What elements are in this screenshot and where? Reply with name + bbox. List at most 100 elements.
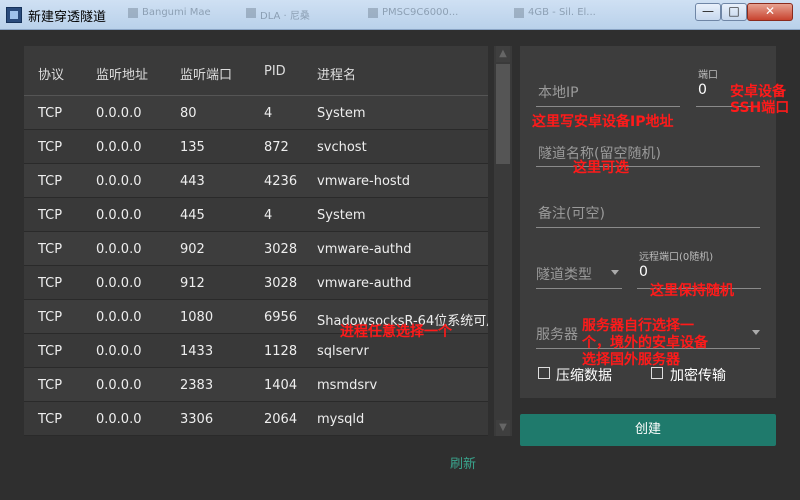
protocol-cell: TCP bbox=[38, 174, 63, 189]
pid-cell: 4236 bbox=[264, 174, 298, 189]
port-label: 端口 bbox=[698, 70, 718, 81]
close-button[interactable]: ✕ bbox=[747, 3, 793, 21]
annotation-keep-random: 这里保持随机 bbox=[650, 283, 734, 299]
column-header-process-name[interactable]: 进程名 bbox=[317, 64, 356, 83]
table-row[interactable]: TCP 0.0.0.0 912 3028 vmware-authd bbox=[24, 266, 488, 300]
refresh-button[interactable]: 刷新 bbox=[450, 453, 476, 472]
remote-port-input[interactable]: 0 bbox=[639, 264, 648, 280]
tunnel-type-select[interactable]: 隧道类型 bbox=[536, 264, 592, 284]
process-name-cell: sqlservr bbox=[317, 344, 369, 359]
create-button[interactable]: 创建 bbox=[520, 414, 776, 446]
process-name-cell: System bbox=[317, 106, 366, 121]
protocol-cell: TCP bbox=[38, 140, 63, 155]
table-scrollbar[interactable]: ▲ ▼ bbox=[494, 46, 512, 436]
process-name-cell: vmware-hostd bbox=[317, 174, 411, 189]
listen-port-cell: 135 bbox=[180, 140, 205, 155]
annotation-line: 个，境外的安卓设备 bbox=[582, 335, 708, 351]
scroll-down-icon[interactable]: ▼ bbox=[496, 420, 510, 436]
annotation-ssh-port: 安卓设备 SSH端口 bbox=[730, 84, 789, 116]
chevron-down-icon[interactable] bbox=[611, 270, 619, 275]
pid-cell: 3028 bbox=[264, 242, 298, 257]
listen-port-cell: 912 bbox=[180, 276, 205, 291]
listen-address-cell: 0.0.0.0 bbox=[96, 378, 142, 393]
maximize-button[interactable]: □ bbox=[721, 3, 747, 21]
annotation-pick-process: 进程任意选择一个 bbox=[340, 324, 452, 340]
pid-cell: 6956 bbox=[264, 310, 298, 325]
background-tab: PMSC9C6000... bbox=[367, 7, 459, 18]
background-taskbar-tabs: Bangumi Mae DLA · 尼桑 PMSC9C6000... 4GB -… bbox=[120, 5, 680, 23]
protocol-cell: TCP bbox=[38, 276, 63, 291]
table-row[interactable]: TCP 0.0.0.0 135 872 svchost bbox=[24, 130, 488, 164]
server-select[interactable]: 服务器 bbox=[536, 324, 578, 344]
pid-cell: 4 bbox=[264, 106, 273, 121]
column-header-listen-address[interactable]: 监听地址 bbox=[96, 64, 148, 83]
table-row[interactable]: TCP 0.0.0.0 2383 1404 msmdsrv bbox=[24, 368, 488, 402]
window-title: 新建穿透隧道 bbox=[28, 10, 107, 25]
remark-underline bbox=[536, 227, 760, 228]
table-row[interactable]: TCP 0.0.0.0 902 3028 vmware-authd bbox=[24, 232, 488, 266]
remark-input[interactable]: 备注(可空) bbox=[538, 203, 605, 223]
process-name-cell: System bbox=[317, 208, 366, 223]
title-bar: 新建穿透隧道 Bangumi Mae DLA · 尼桑 PMSC9C6000..… bbox=[0, 0, 800, 30]
annotation-line: 服务器自行选择一 bbox=[582, 318, 694, 334]
local-ip-input[interactable]: 本地IP bbox=[538, 82, 579, 102]
chevron-down-icon[interactable] bbox=[752, 330, 760, 335]
listen-address-cell: 0.0.0.0 bbox=[96, 344, 142, 359]
protocol-cell: TCP bbox=[38, 208, 63, 223]
protocol-cell: TCP bbox=[38, 242, 63, 257]
listening-ports-table: 协议 监听地址 监听端口 PID 进程名 TCP 0.0.0.0 80 4 System… bbox=[24, 46, 488, 436]
listen-address-cell: 0.0.0.0 bbox=[96, 242, 142, 257]
protocol-cell: TCP bbox=[38, 378, 63, 393]
annotation-ip-address: 这里写安卓设备IP地址 bbox=[532, 114, 674, 130]
table-row[interactable]: TCP 0.0.0.0 80 4 System bbox=[24, 96, 488, 130]
local-ip-underline bbox=[536, 106, 680, 107]
protocol-cell: TCP bbox=[38, 344, 63, 359]
process-name-cell: msmdsrv bbox=[317, 378, 378, 393]
table-row[interactable]: TCP 0.0.0.0 443 4236 vmware-hostd bbox=[24, 164, 488, 198]
pid-cell: 1404 bbox=[264, 378, 298, 393]
column-header-protocol[interactable]: 协议 bbox=[38, 64, 64, 83]
listen-port-cell: 445 bbox=[180, 208, 205, 223]
listen-port-cell: 443 bbox=[180, 174, 205, 189]
listen-port-cell: 902 bbox=[180, 242, 205, 257]
table-row[interactable]: TCP 0.0.0.0 3306 2064 mysqld bbox=[24, 402, 488, 436]
app-icon bbox=[6, 7, 22, 23]
annotation-server-hint: 服务器自行选择一 个，境外的安卓设备 选择国外服务器 bbox=[582, 318, 708, 369]
listen-address-cell: 0.0.0.0 bbox=[96, 140, 142, 155]
pid-cell: 872 bbox=[264, 140, 289, 155]
listen-address-cell: 0.0.0.0 bbox=[96, 174, 142, 189]
annotation-line: 安卓设备 bbox=[730, 84, 786, 100]
background-tab: 4GB - Sil. El... bbox=[514, 7, 596, 18]
pid-cell: 2064 bbox=[264, 412, 298, 427]
annotation-optional: 这里可选 bbox=[573, 160, 629, 176]
column-header-pid[interactable]: PID bbox=[264, 64, 286, 79]
scroll-thumb[interactable] bbox=[496, 64, 510, 164]
listen-address-cell: 0.0.0.0 bbox=[96, 276, 142, 291]
tunnel-type-underline bbox=[536, 288, 622, 289]
scroll-up-icon[interactable]: ▲ bbox=[496, 46, 510, 62]
listen-address-cell: 0.0.0.0 bbox=[96, 106, 142, 121]
annotation-line: 选择国外服务器 bbox=[582, 352, 680, 368]
background-tab: Bangumi Mae bbox=[128, 7, 211, 18]
pid-cell: 3028 bbox=[264, 276, 298, 291]
listen-port-cell: 2383 bbox=[180, 378, 214, 393]
table-body: TCP 0.0.0.0 80 4 System TCP 0.0.0.0 135 872 svcho… bbox=[24, 96, 488, 436]
column-header-listen-port[interactable]: 监听端口 bbox=[180, 64, 232, 83]
listen-port-cell: 1433 bbox=[180, 344, 214, 359]
listen-port-cell: 80 bbox=[180, 106, 197, 121]
process-name-cell: vmware-authd bbox=[317, 276, 412, 291]
port-input[interactable]: 0 bbox=[698, 82, 707, 98]
protocol-cell: TCP bbox=[38, 310, 63, 325]
compress-checkbox[interactable] bbox=[538, 367, 550, 379]
listen-address-cell: 0.0.0.0 bbox=[96, 412, 142, 427]
annotation-line: SSH端口 bbox=[730, 100, 790, 116]
minimize-button[interactable]: — bbox=[695, 3, 721, 21]
listen-address-cell: 0.0.0.0 bbox=[96, 310, 142, 325]
background-tab: DLA · 尼桑 bbox=[246, 7, 310, 22]
process-name-cell: svchost bbox=[317, 140, 367, 155]
process-name-cell: mysqld bbox=[317, 412, 365, 427]
listen-port-cell: 3306 bbox=[180, 412, 214, 427]
tunnel-name-underline bbox=[536, 166, 760, 167]
listen-port-cell: 1080 bbox=[180, 310, 214, 325]
table-row[interactable]: TCP 0.0.0.0 445 4 System bbox=[24, 198, 488, 232]
